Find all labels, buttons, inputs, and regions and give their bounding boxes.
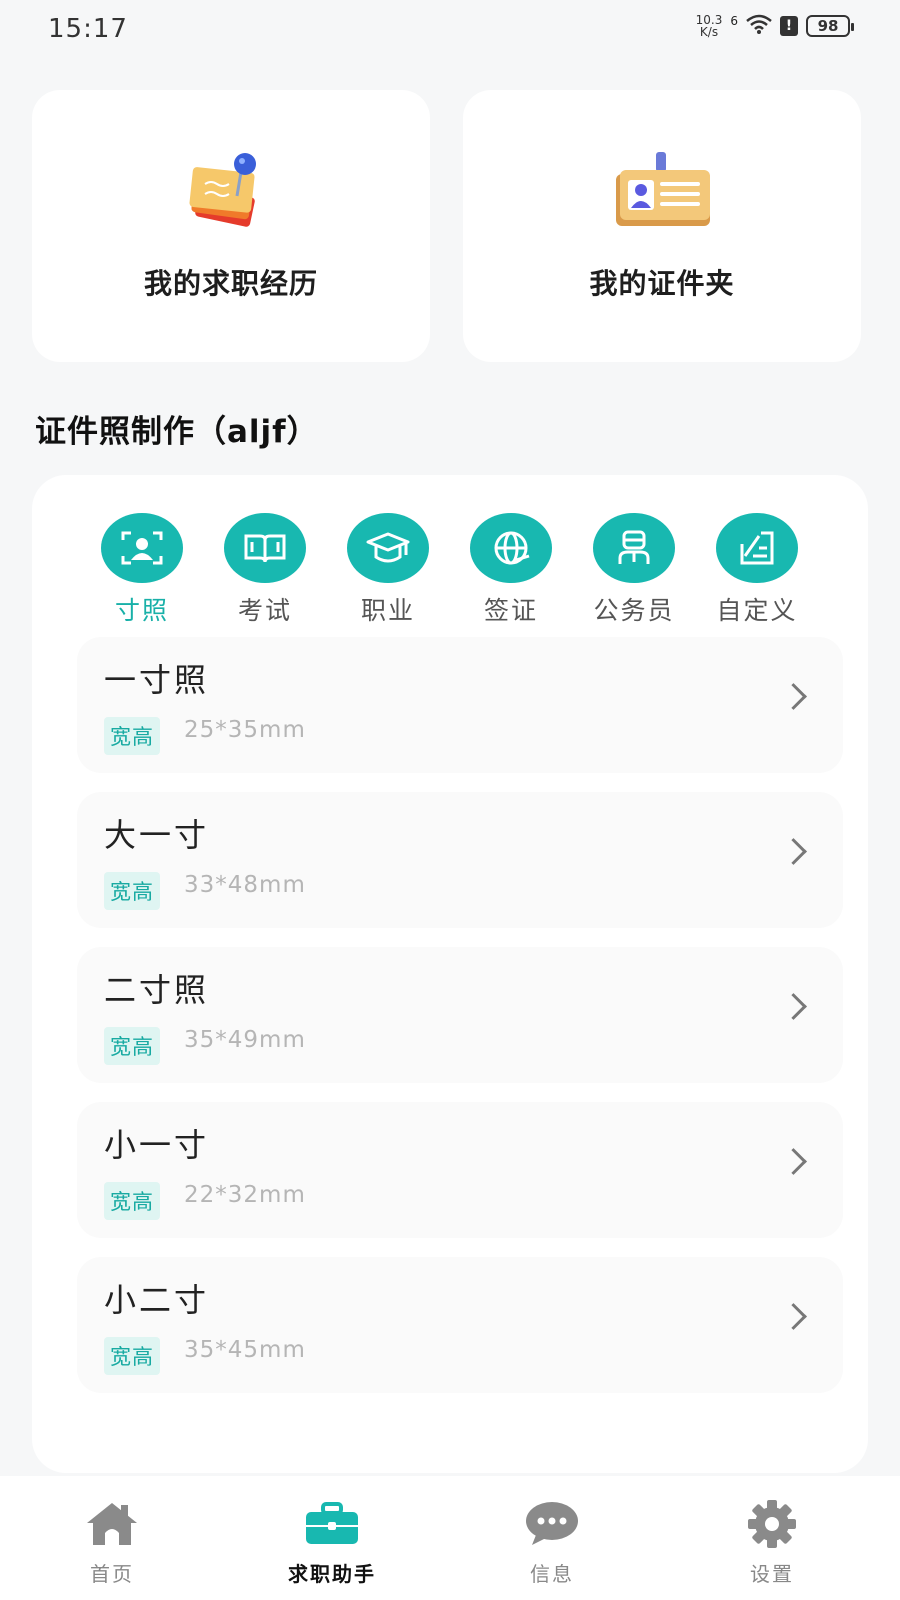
tab-exam[interactable]: 考试 — [205, 513, 325, 627]
size-item-small-two-inch[interactable]: 小二寸 宽高 35*45mm — [77, 1257, 843, 1393]
size-name: 二寸照 — [104, 971, 210, 1009]
chat-icon — [452, 1494, 652, 1554]
tab-label: 职业 — [360, 596, 415, 625]
size-tag: 宽高 — [104, 717, 160, 755]
chevron-right-icon — [780, 683, 807, 710]
tab-label: 考试 — [237, 596, 292, 625]
briefcase-icon — [232, 1494, 432, 1554]
chevron-right-icon — [780, 838, 807, 865]
size-item-small-one-inch[interactable]: 小一寸 宽高 22*32mm — [77, 1102, 843, 1238]
graduation-cap-icon — [347, 513, 429, 583]
wifi-icon — [746, 14, 772, 38]
size-item-two-inch[interactable]: 二寸照 宽高 35*49mm — [77, 947, 843, 1083]
home-icon — [12, 1494, 212, 1554]
tab-size-photo[interactable]: 寸照 — [82, 513, 202, 627]
size-dimensions: 35*49mm — [184, 1027, 306, 1053]
size-name: 小一寸 — [104, 1126, 210, 1164]
status-time: 15:17 — [48, 14, 128, 44]
size-item-large-one-inch[interactable]: 大一寸 宽高 33*48mm — [77, 792, 843, 928]
gear-icon — [672, 1494, 872, 1554]
tab-custom[interactable]: 自定义 — [697, 513, 817, 627]
size-item-one-inch[interactable]: 一寸照 宽高 25*35mm — [77, 637, 843, 773]
my-certificates-card[interactable]: 我的证件夹 — [463, 90, 861, 362]
tab-visa[interactable]: 签证 — [451, 513, 571, 627]
chevron-right-icon — [780, 1303, 807, 1330]
globe-icon — [470, 513, 552, 583]
nav-label: 首页 — [90, 1562, 134, 1586]
size-dimensions: 25*35mm — [184, 717, 306, 743]
size-dimensions: 22*32mm — [184, 1182, 306, 1208]
size-name: 一寸照 — [104, 661, 210, 699]
tab-label: 签证 — [483, 596, 538, 625]
id-card-icon — [612, 152, 712, 236]
network-speed-unit: K/s — [699, 25, 719, 39]
section-title: 证件照制作（aljf） — [35, 414, 319, 450]
size-tag: 宽高 — [104, 872, 160, 910]
chevron-right-icon — [780, 993, 807, 1020]
size-name: 大一寸 — [104, 816, 210, 854]
size-tag: 宽高 — [104, 1027, 160, 1065]
status-bar: 15:17 10.3 K/s 6 ! 98 — [0, 0, 900, 60]
book-icon — [224, 513, 306, 583]
nav-messages[interactable]: 信息 — [452, 1476, 652, 1587]
size-dimensions: 33*48mm — [184, 872, 306, 898]
my-job-history-label: 我的求职经历 — [143, 267, 318, 300]
nav-label: 设置 — [750, 1562, 794, 1586]
tab-label: 寸照 — [114, 596, 169, 625]
network-speed: 10.3 K/s — [696, 14, 723, 38]
edit-icon — [716, 513, 798, 583]
nav-label: 求职助手 — [288, 1562, 376, 1586]
nav-job-assistant[interactable]: 求职助手 — [232, 1476, 432, 1587]
tab-label: 自定义 — [716, 596, 798, 625]
status-indicators: 10.3 K/s 6 ! 98 — [696, 14, 854, 38]
portrait-icon — [101, 513, 183, 583]
battery-icon: 98 — [806, 15, 854, 37]
category-tabs: 寸照 考试 职业 签证 公务员 自定义 — [82, 513, 842, 625]
nav-home[interactable]: 首页 — [12, 1476, 212, 1587]
tab-civil-servant[interactable]: 公务员 — [574, 513, 694, 627]
nav-settings[interactable]: 设置 — [672, 1476, 872, 1587]
my-job-history-card[interactable]: 我的求职经历 — [32, 90, 430, 362]
alert-icon: ! — [780, 16, 798, 36]
tab-profession[interactable]: 职业 — [328, 513, 448, 627]
nav-label: 信息 — [530, 1562, 574, 1586]
tab-label: 公务员 — [593, 596, 675, 625]
my-certificates-label: 我的证件夹 — [589, 267, 735, 300]
officer-icon — [593, 513, 675, 583]
resume-icon — [183, 152, 279, 236]
id-photo-panel: 寸照 考试 职业 签证 公务员 自定义 一寸照 宽高 25*35mm 大一寸 宽… — [32, 475, 868, 1473]
chevron-right-icon — [780, 1148, 807, 1175]
size-tag: 宽高 — [104, 1182, 160, 1220]
signal-mark: 6 — [730, 14, 738, 28]
size-dimensions: 35*45mm — [184, 1337, 306, 1363]
bottom-nav: 首页 求职助手 信息 设置 — [0, 1476, 900, 1600]
battery-level: 98 — [817, 17, 839, 35]
size-name: 小二寸 — [104, 1281, 210, 1319]
size-tag: 宽高 — [104, 1337, 160, 1375]
